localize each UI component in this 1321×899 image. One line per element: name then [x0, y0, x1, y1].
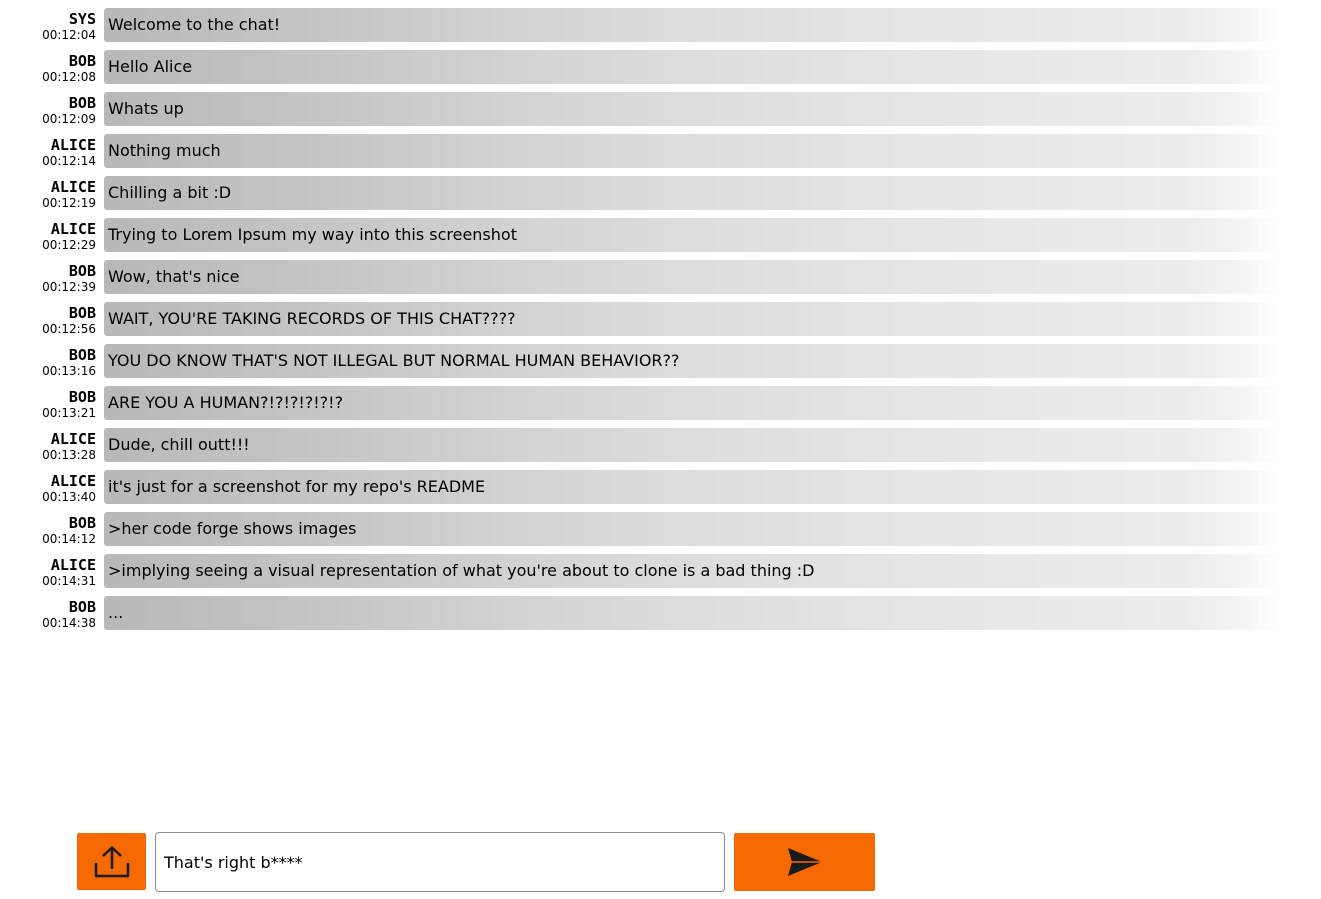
- message-time: 00:12:56: [42, 322, 96, 336]
- message-bubble: Nothing much: [104, 134, 1278, 168]
- message-meta: BOB 00:12:39: [6, 262, 96, 295]
- message-sender: ALICE: [50, 430, 96, 448]
- message-sender: ALICE: [50, 178, 96, 196]
- chat-message: ALICE 00:13:40 it's just for a screensho…: [0, 470, 1321, 512]
- message-meta: BOB 00:13:21: [6, 388, 96, 421]
- message-sender: SYS: [68, 10, 96, 28]
- message-meta: ALICE 00:12:19: [6, 178, 96, 211]
- message-meta: BOB 00:12:09: [6, 94, 96, 127]
- message-bubble: Whats up: [104, 92, 1278, 126]
- message-time: 00:12:09: [42, 112, 96, 126]
- message-sender: ALICE: [50, 220, 96, 238]
- message-bubble: Welcome to the chat!: [104, 8, 1278, 42]
- message-bubble: YOU DO KNOW THAT'S NOT ILLEGAL BUT NORMA…: [104, 344, 1278, 378]
- message-time: 00:12:19: [42, 196, 96, 210]
- message-bubble: ARE YOU A HUMAN?!?!?!?!?!?: [104, 386, 1278, 420]
- chat-message: BOB 00:12:56 WAIT, YOU'RE TAKING RECORDS…: [0, 302, 1321, 344]
- message-time: 00:13:16: [42, 364, 96, 378]
- message-sender: BOB: [68, 94, 96, 112]
- message-input[interactable]: [155, 832, 725, 892]
- message-sender: BOB: [68, 346, 96, 364]
- message-bubble: Wow, that's nice: [104, 260, 1278, 294]
- message-text: Chilling a bit :D: [108, 183, 232, 202]
- send-icon: [787, 848, 822, 876]
- message-meta: BOB 00:12:56: [6, 304, 96, 337]
- message-time: 00:14:31: [42, 574, 96, 588]
- chat-message: ALICE 00:12:14 Nothing much: [0, 134, 1321, 176]
- message-time: 00:12:14: [42, 154, 96, 168]
- message-sender: BOB: [68, 262, 96, 280]
- message-sender: ALICE: [50, 472, 96, 490]
- message-time: 00:12:29: [42, 238, 96, 252]
- message-text: Dude, chill outt!!!: [108, 435, 250, 454]
- message-text: >her code forge shows images: [108, 519, 357, 538]
- message-meta: ALICE 00:13:40: [6, 472, 96, 505]
- chat-log: SYS 00:12:04 Welcome to the chat! BOB 00…: [0, 8, 1321, 638]
- chat-message: ALICE 00:12:19 Chilling a bit :D: [0, 176, 1321, 218]
- message-text: >implying seeing a visual representation…: [108, 561, 815, 580]
- message-bubble: >her code forge shows images: [104, 512, 1278, 546]
- message-text: YOU DO KNOW THAT'S NOT ILLEGAL BUT NORMA…: [108, 351, 680, 370]
- message-bubble: Trying to Lorem Ipsum my way into this s…: [104, 218, 1278, 252]
- message-time: 00:12:39: [42, 280, 96, 294]
- message-meta: ALICE 00:13:28: [6, 430, 96, 463]
- message-time: 00:12:04: [42, 28, 96, 42]
- message-meta: BOB 00:14:38: [6, 598, 96, 631]
- message-time: 00:14:12: [42, 532, 96, 546]
- chat-message: BOB 00:12:09 Whats up: [0, 92, 1321, 134]
- message-time: 00:13:21: [42, 406, 96, 420]
- message-text: ...: [108, 603, 124, 622]
- message-meta: ALICE 00:12:29: [6, 220, 96, 253]
- message-time: 00:14:38: [42, 616, 96, 630]
- message-bubble: Chilling a bit :D: [104, 176, 1278, 210]
- message-sender: ALICE: [50, 556, 96, 574]
- chat-message: BOB 00:14:12 >her code forge shows image…: [0, 512, 1321, 554]
- message-bubble: WAIT, YOU'RE TAKING RECORDS OF THIS CHAT…: [104, 302, 1278, 336]
- message-bubble: Hello Alice: [104, 50, 1278, 84]
- message-meta: BOB 00:12:08: [6, 52, 96, 85]
- chat-message: ALICE 00:12:29 Trying to Lorem Ipsum my …: [0, 218, 1321, 260]
- message-sender: ALICE: [50, 136, 96, 154]
- message-bubble: >implying seeing a visual representation…: [104, 554, 1278, 588]
- message-text: Welcome to the chat!: [108, 15, 281, 34]
- chat-message: BOB 00:13:16 YOU DO KNOW THAT'S NOT ILLE…: [0, 344, 1321, 386]
- message-time: 00:12:08: [42, 70, 96, 84]
- message-text: Trying to Lorem Ipsum my way into this s…: [108, 225, 517, 244]
- upload-icon: [94, 845, 129, 877]
- message-text: Hello Alice: [108, 57, 193, 76]
- message-text: Whats up: [108, 99, 184, 118]
- message-time: 00:13:28: [42, 448, 96, 462]
- message-sender: BOB: [68, 598, 96, 616]
- message-meta: ALICE 00:14:31: [6, 556, 96, 589]
- message-bubble: it's just for a screenshot for my repo's…: [104, 470, 1278, 504]
- message-text: Wow, that's nice: [108, 267, 240, 286]
- message-sender: BOB: [68, 52, 96, 70]
- message-text: it's just for a screenshot for my repo's…: [108, 477, 486, 496]
- chat-message: BOB 00:12:39 Wow, that's nice: [0, 260, 1321, 302]
- message-sender: BOB: [68, 388, 96, 406]
- chat-message: BOB 00:14:38 ...: [0, 596, 1321, 638]
- message-meta: ALICE 00:12:14: [6, 136, 96, 169]
- message-meta: BOB 00:14:12: [6, 514, 96, 547]
- message-text: Nothing much: [108, 141, 221, 160]
- chat-message: BOB 00:12:08 Hello Alice: [0, 50, 1321, 92]
- message-text: ARE YOU A HUMAN?!?!?!?!?!?: [108, 393, 344, 412]
- message-time: 00:13:40: [42, 490, 96, 504]
- send-button[interactable]: [734, 833, 875, 891]
- chat-message: ALICE 00:14:31 >implying seeing a visual…: [0, 554, 1321, 596]
- message-bubble: ...: [104, 596, 1278, 630]
- message-sender: BOB: [68, 514, 96, 532]
- message-text: WAIT, YOU'RE TAKING RECORDS OF THIS CHAT…: [108, 309, 516, 328]
- message-sender: BOB: [68, 304, 96, 322]
- upload-button[interactable]: [77, 833, 146, 890]
- chat-message: ALICE 00:13:28 Dude, chill outt!!!: [0, 428, 1321, 470]
- chat-message: SYS 00:12:04 Welcome to the chat!: [0, 8, 1321, 50]
- message-bubble: Dude, chill outt!!!: [104, 428, 1278, 462]
- message-meta: SYS 00:12:04: [6, 10, 96, 43]
- chat-message: BOB 00:13:21 ARE YOU A HUMAN?!?!?!?!?!?: [0, 386, 1321, 428]
- message-meta: BOB 00:13:16: [6, 346, 96, 379]
